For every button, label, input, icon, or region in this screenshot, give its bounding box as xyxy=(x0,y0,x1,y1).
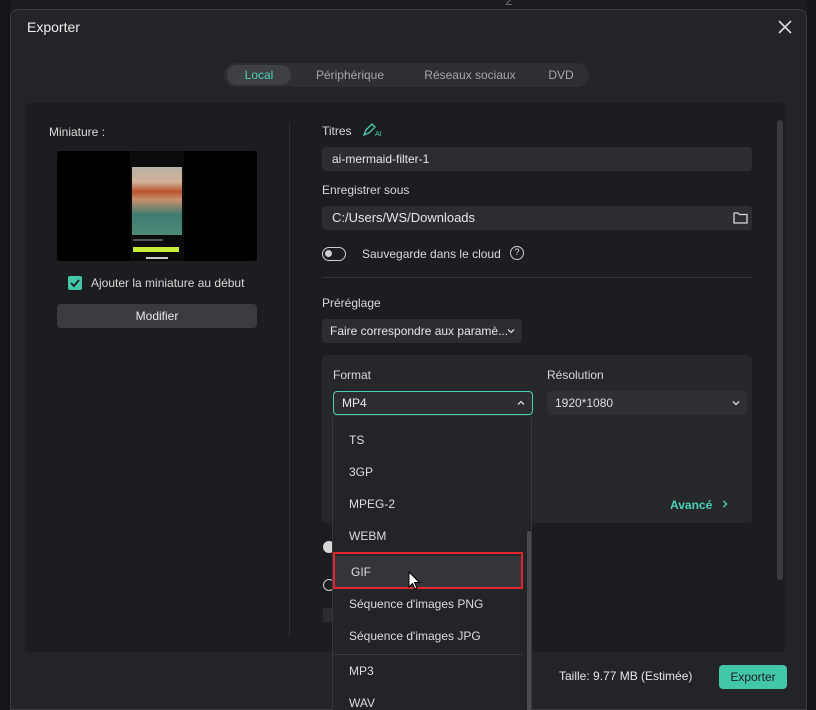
chevron-right-icon xyxy=(722,500,728,508)
panel-scrollbar[interactable] xyxy=(777,120,783,580)
tab-peripherique[interactable]: Périphérique xyxy=(300,65,400,85)
chevron-up-icon xyxy=(517,400,525,405)
format-option-webm[interactable]: WEBM xyxy=(333,520,521,552)
tab-reseaux-sociaux[interactable]: Réseaux sociaux xyxy=(408,65,532,85)
format-option-3gp[interactable]: 3GP xyxy=(333,456,521,488)
cloud-backup-label: Sauvegarde dans le cloud xyxy=(362,247,501,261)
format-option-mpeg2[interactable]: MPEG-2 xyxy=(333,488,521,520)
dialog-title: Exporter xyxy=(27,19,80,35)
checkmark-icon xyxy=(70,279,80,288)
format-label: Format xyxy=(333,368,372,382)
format-dropdown-menu: TS 3GP MPEG-2 WEBM GIF Séquence d'images… xyxy=(332,415,532,710)
help-icon[interactable]: ? xyxy=(510,246,524,260)
format-value: MP4 xyxy=(342,396,367,410)
thumbnail-home-indicator xyxy=(146,257,168,259)
format-option-wav[interactable]: WAV xyxy=(333,687,521,710)
background-number: 2 xyxy=(505,0,513,8)
advanced-label: Avancé xyxy=(670,498,713,512)
title-label: Titres xyxy=(322,124,352,138)
save-path-value: C:/Users/WS/Downloads xyxy=(332,210,476,225)
estimated-size: Taille: 9.77 MB (Estimée) xyxy=(559,669,693,683)
resolution-select[interactable]: 1920*1080 xyxy=(547,391,747,415)
format-option-png-sequence[interactable]: Séquence d'images PNG xyxy=(333,588,521,620)
thumbnail-label: Miniature : xyxy=(49,125,106,139)
format-option-jpg-sequence[interactable]: Séquence d'images JPG xyxy=(333,620,521,652)
cloud-backup-toggle[interactable] xyxy=(322,247,346,261)
export-button[interactable]: Exporter xyxy=(719,665,787,689)
export-tabs: Local Périphérique Réseaux sociaux DVD xyxy=(224,63,589,87)
thumbnail-caption-line xyxy=(133,239,163,241)
section-divider xyxy=(322,277,752,278)
thumbnail-preview xyxy=(57,151,257,261)
modify-thumbnail-button[interactable]: Modifier xyxy=(57,304,257,328)
advanced-settings-link[interactable]: Avancé xyxy=(670,498,730,512)
title-input[interactable]: ai-mermaid-filter-1 xyxy=(322,147,752,171)
resolution-label: Résolution xyxy=(547,368,604,382)
add-thumbnail-label: Ajouter la miniature au début xyxy=(91,276,245,290)
panel-divider xyxy=(289,122,290,637)
tab-local[interactable]: Local xyxy=(227,65,291,85)
background-left-edge xyxy=(0,0,10,710)
background-right-edge xyxy=(807,0,816,710)
thumbnail-progress-bar xyxy=(133,247,179,252)
format-option-ts[interactable]: TS xyxy=(333,424,521,456)
close-icon[interactable] xyxy=(776,18,794,36)
format-select[interactable]: MP4 xyxy=(333,391,533,415)
format-option-gif[interactable]: GIF xyxy=(335,556,523,588)
svg-text:AI: AI xyxy=(375,131,382,137)
dropdown-scrollbar[interactable] xyxy=(527,531,531,710)
preset-label: Préréglage xyxy=(322,296,381,310)
save-as-label: Enregistrer sous xyxy=(322,183,410,197)
preset-select[interactable]: Faire correspondre aux paramè... xyxy=(322,319,522,343)
chevron-down-icon xyxy=(732,401,740,406)
chevron-down-icon xyxy=(507,329,515,334)
resolution-value: 1920*1080 xyxy=(555,396,614,410)
add-thumbnail-checkbox[interactable] xyxy=(68,276,82,290)
save-path-input[interactable]: C:/Users/WS/Downloads xyxy=(322,206,752,230)
thumbnail-phone-frame xyxy=(130,151,184,261)
preset-value: Faire correspondre aux paramè... xyxy=(330,324,509,338)
format-option-mp3[interactable]: MP3 xyxy=(333,655,521,687)
tab-dvd[interactable]: DVD xyxy=(536,65,586,85)
folder-icon[interactable] xyxy=(733,211,748,224)
ai-pen-icon[interactable]: AI xyxy=(362,123,384,137)
mouse-cursor-icon xyxy=(408,571,421,590)
thumbnail-image xyxy=(132,167,182,235)
